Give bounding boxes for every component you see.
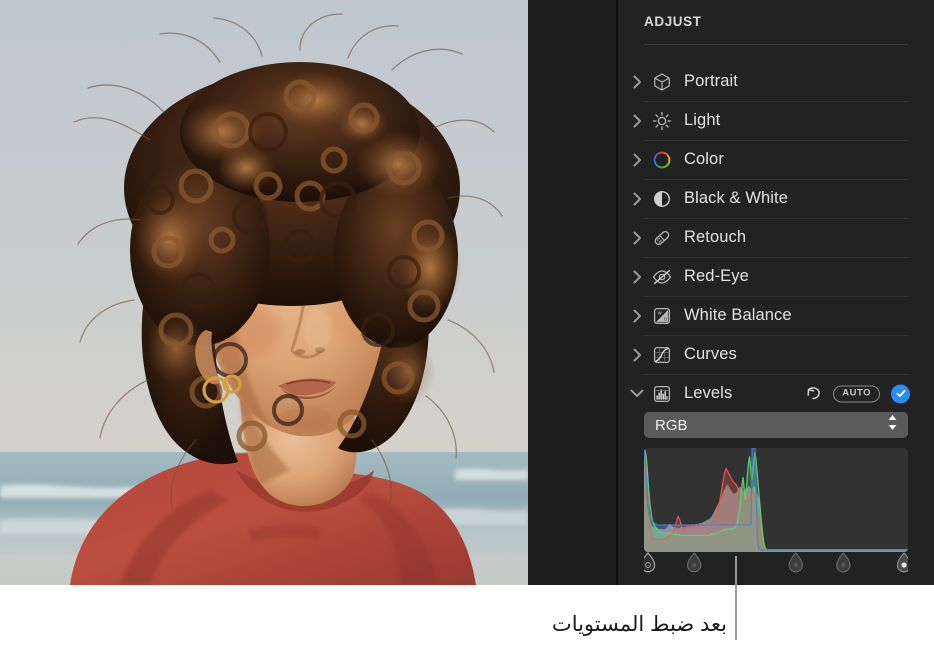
color-wheel-icon: [651, 149, 673, 171]
adjustments-list: Portrait Light Color Black & White Retou…: [618, 62, 934, 413]
adjustment-row-black-and-white[interactable]: Black & White: [618, 179, 934, 218]
chevron-up-down-icon: [886, 413, 899, 437]
levels-handle-black-point[interactable]: [644, 552, 656, 573]
adjustment-label: Retouch: [684, 228, 747, 246]
levels-slider-track[interactable]: [644, 552, 908, 576]
histogram-plot: [644, 448, 908, 552]
levels-row-actions: AUTO: [804, 384, 910, 403]
curves-icon: [651, 344, 673, 366]
adjustment-row-color[interactable]: Color: [618, 140, 934, 179]
bandage-icon: [651, 227, 673, 249]
photo-preview[interactable]: [0, 0, 528, 585]
screenshot-root: ADJUST Portrait Light Color Black & Whit…: [0, 0, 934, 654]
adjustment-label: Light: [684, 111, 721, 129]
adjustment-row-curves[interactable]: Curves: [618, 335, 934, 374]
chevron-right-icon[interactable]: [628, 112, 646, 130]
svg-text:W: W: [658, 310, 663, 315]
eye-slash-icon: [651, 266, 673, 288]
chevron-down-icon[interactable]: [628, 385, 646, 403]
levels-enabled-toggle[interactable]: [891, 384, 910, 403]
portrait-photo: [0, 0, 528, 585]
callout-leader-line: [735, 556, 737, 640]
levels-handles: [644, 552, 908, 573]
levels-handle-midtones[interactable]: [788, 552, 803, 573]
adjustment-label: Red-Eye: [684, 267, 749, 285]
contrast-circle-icon: [651, 188, 673, 210]
photos-app-window: ADJUST Portrait Light Color Black & Whit…: [0, 0, 934, 585]
levels-icon: [651, 383, 673, 405]
sun-icon: [651, 110, 673, 132]
adjustment-label: White Balance: [684, 306, 792, 324]
channel-select[interactable]: RGB: [644, 412, 908, 438]
levels-handle-white-point[interactable]: [896, 552, 908, 573]
chevron-right-icon[interactable]: [628, 73, 646, 91]
adjustment-row-light[interactable]: Light: [618, 101, 934, 140]
chevron-right-icon[interactable]: [628, 268, 646, 286]
adjustment-row-levels[interactable]: Levels AUTO: [618, 374, 934, 413]
adjustment-row-retouch[interactable]: Retouch: [618, 218, 934, 257]
undo-arrow-icon[interactable]: [804, 385, 822, 403]
levels-histogram[interactable]: [644, 448, 908, 552]
svg-text:B: B: [664, 316, 667, 321]
canvas-background: [528, 0, 617, 585]
levels-handle-highlights[interactable]: [836, 552, 851, 573]
title-divider: [644, 44, 908, 45]
cube-icon: [651, 71, 673, 93]
chevron-right-icon[interactable]: [628, 307, 646, 325]
white-balance-icon: W B: [651, 305, 673, 327]
channel-select-value: RGB: [655, 416, 688, 434]
adjust-inspector-panel: ADJUST Portrait Light Color Black & Whit…: [618, 0, 934, 585]
auto-button[interactable]: AUTO: [833, 385, 880, 402]
adjustment-label: Curves: [684, 345, 737, 363]
adjustment-row-red-eye[interactable]: Red-Eye: [618, 257, 934, 296]
chevron-right-icon[interactable]: [628, 151, 646, 169]
chevron-right-icon[interactable]: [628, 229, 646, 247]
page-title: ADJUST: [644, 14, 702, 29]
adjustment-row-white-balance[interactable]: W B White Balance: [618, 296, 934, 335]
caption-text: بعد ضبط المستويات: [551, 613, 727, 636]
levels-handle-shadows[interactable]: [687, 552, 702, 573]
adjustment-row-portrait[interactable]: Portrait: [618, 62, 934, 101]
adjustment-label: Black & White: [684, 189, 788, 207]
checkmark-icon: [896, 390, 905, 397]
chevron-right-icon[interactable]: [628, 190, 646, 208]
adjustment-label: Portrait: [684, 72, 738, 90]
adjustment-label: Levels: [684, 384, 733, 402]
chevron-right-icon[interactable]: [628, 346, 646, 364]
adjustment-label: Color: [684, 150, 724, 168]
